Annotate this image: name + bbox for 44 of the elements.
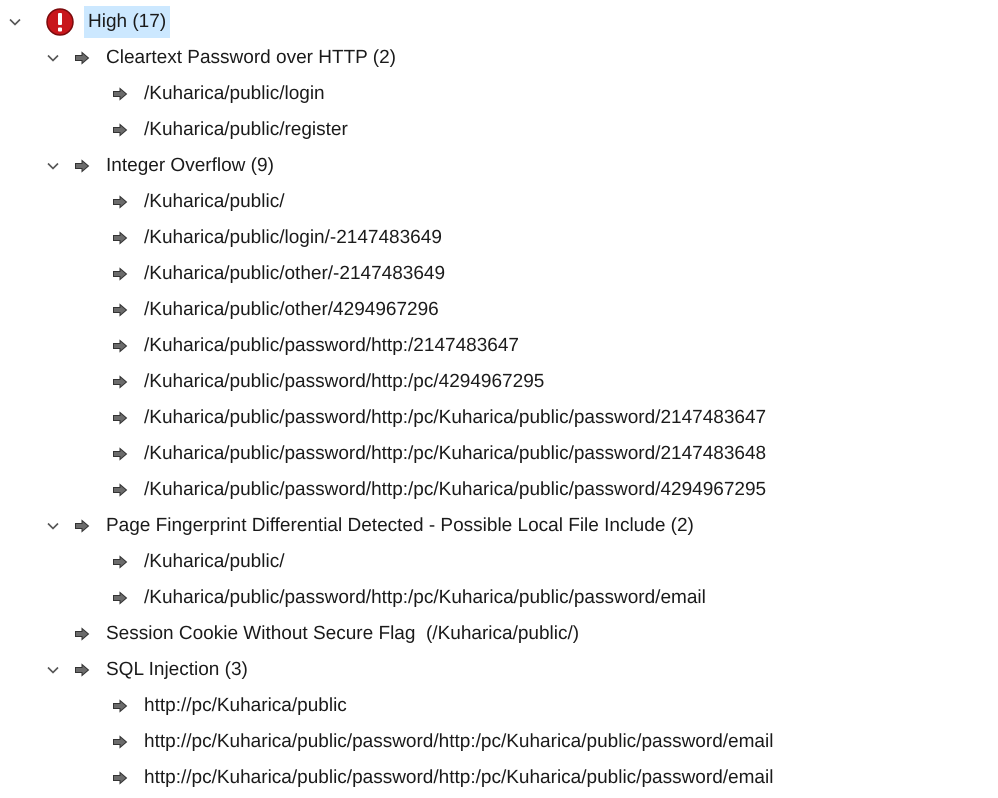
arrow-right-icon: [112, 339, 128, 353]
tree-item[interactable]: http://pc/Kuharica/public/password/http:/pc/Kuharica/public/password/email: [140, 762, 778, 794]
arrow-right-icon: [112, 195, 128, 209]
arrow-right-icon: [112, 483, 128, 497]
tree-item[interactable]: /Kuharica/public/password/http:/pc/Kuharica/public/password/email: [140, 582, 710, 614]
arrow-right-icon: [112, 87, 128, 101]
arrow-right-icon: [112, 123, 128, 137]
tree-item[interactable]: /Kuharica/public/password/http:/pc/Kuharica/public/password/2147483647: [140, 402, 770, 434]
arrow-right-icon: [74, 519, 90, 533]
arrow-right-icon: [112, 267, 128, 281]
tree-item[interactable]: http://pc/Kuharica/public/password/http:/pc/Kuharica/public/password/email: [140, 726, 778, 758]
arrow-right-icon: [74, 663, 90, 677]
tree-item[interactable]: /Kuharica/public/other/4294967296: [140, 294, 443, 326]
tree-item[interactable]: Integer Overflow (9): [102, 150, 278, 182]
arrow-right-icon: [112, 771, 128, 785]
arrow-right-icon: [112, 303, 128, 317]
tree-item[interactable]: Cleartext Password over HTTP (2): [102, 42, 400, 74]
tree-item[interactable]: /Kuharica/public/register: [140, 114, 352, 146]
arrow-right-icon: [112, 699, 128, 713]
tree-item[interactable]: Page Fingerprint Differential Detected - Possible Local File Include (2): [102, 510, 698, 542]
tree-item[interactable]: /Kuharica/public/password/http:/2147483647: [140, 330, 523, 362]
tree-item[interactable]: SQL Injection (3): [102, 654, 252, 686]
tree-item[interactable]: /Kuharica/public/password/http:/pc/4294967295: [140, 366, 548, 398]
arrow-right-icon: [112, 447, 128, 461]
tree-item[interactable]: /Kuharica/public/login: [140, 78, 329, 110]
tree-item[interactable]: /Kuharica/public/: [140, 186, 288, 218]
tree-item[interactable]: /Kuharica/public/other/-2147483649: [140, 258, 450, 290]
arrow-right-icon: [74, 627, 90, 641]
arrow-right-icon: [74, 51, 90, 65]
arrow-right-icon: [112, 411, 128, 425]
tree-item[interactable]: /Kuharica/public/login/-2147483649: [140, 222, 446, 254]
arrow-right-icon: [112, 231, 128, 245]
arrow-right-icon: [112, 591, 128, 605]
tree-item[interactable]: /Kuharica/public/: [140, 546, 288, 578]
arrow-right-icon: [112, 735, 128, 749]
exclamation-icon: [45, 7, 75, 37]
tree-item[interactable]: http://pc/Kuharica/public: [140, 690, 351, 722]
arrow-right-icon: [112, 555, 128, 569]
tree-item[interactable]: /Kuharica/public/password/http:/pc/Kuharica/public/password/4294967295: [140, 474, 770, 506]
tree-item[interactable]: Session Cookie Without Secure Flag (/Kuharica/public/): [102, 618, 584, 650]
arrow-right-icon: [74, 159, 90, 173]
tree-item[interactable]: High (17): [84, 6, 170, 38]
tree-item[interactable]: /Kuharica/public/password/http:/pc/Kuharica/public/password/2147483648: [140, 438, 770, 470]
arrow-right-icon: [112, 375, 128, 389]
